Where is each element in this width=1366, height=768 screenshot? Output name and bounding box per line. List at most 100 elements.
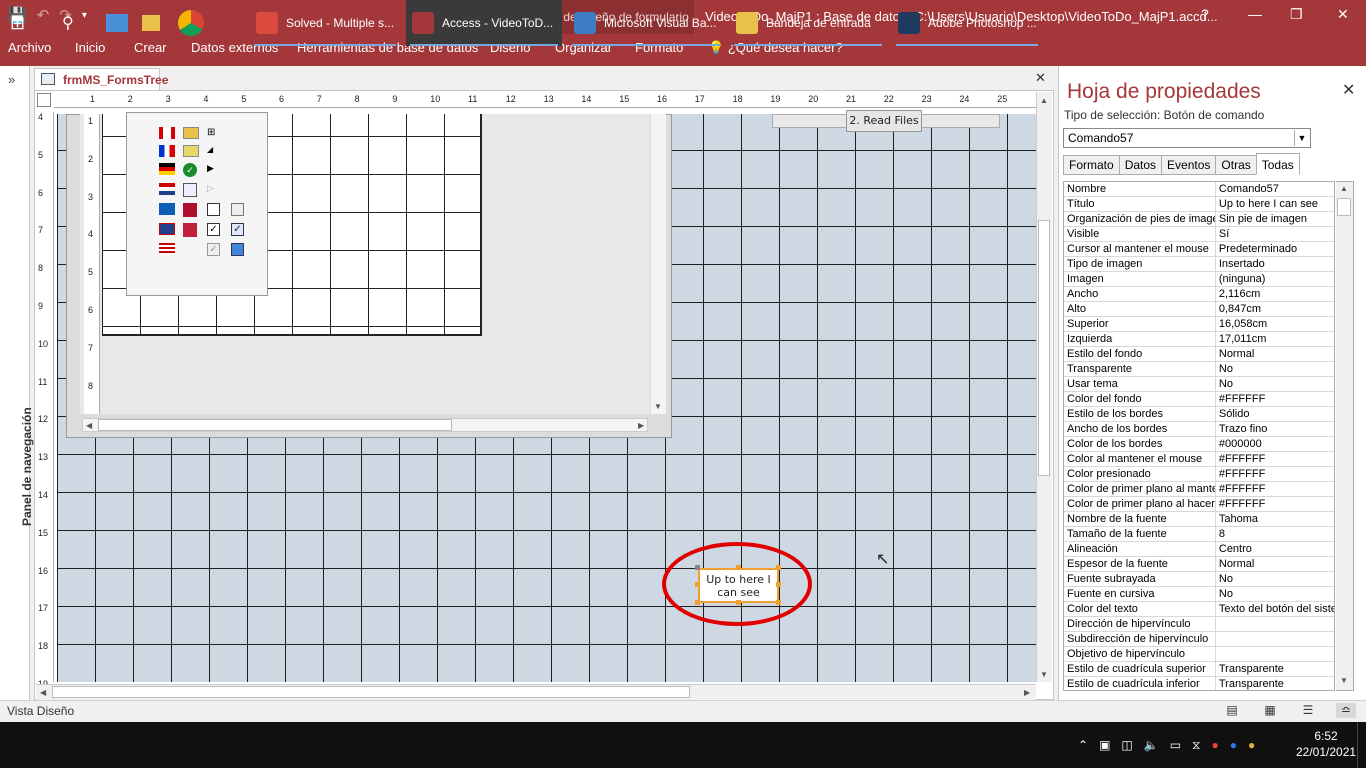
- property-row[interactable]: Izquierda 17,011cm: [1064, 332, 1334, 347]
- show-hidden-icons-icon[interactable]: ⌃: [1078, 738, 1088, 752]
- help-button[interactable]: ?: [1201, 6, 1209, 22]
- property-value[interactable]: Insertado: [1216, 257, 1334, 271]
- form-scroll-down-icon[interactable]: ▼: [1040, 670, 1048, 679]
- property-value[interactable]: Tahoma: [1216, 512, 1334, 526]
- prop-scroll-down-icon[interactable]: ▼: [1340, 676, 1348, 685]
- taskbar-app-button[interactable]: Bandeja de entrada: [730, 0, 886, 46]
- tab-prop-eventos[interactable]: Eventos: [1161, 155, 1217, 175]
- close-button[interactable]: ✕: [1337, 6, 1349, 23]
- taskbar-app-button[interactable]: Access - VideoToD...: [406, 0, 562, 46]
- form-scroll-up-icon[interactable]: ▲: [1040, 96, 1048, 105]
- tray-app-icon[interactable]: ▣: [1099, 738, 1110, 752]
- property-value[interactable]: Normal: [1216, 557, 1334, 571]
- document-tab[interactable]: frmMS_FormsTree: [34, 68, 168, 90]
- tab-prop-todas[interactable]: Todas: [1255, 153, 1300, 175]
- subform-hscroll-thumb[interactable]: [98, 419, 452, 431]
- expand-nav-icon[interactable]: »: [8, 72, 15, 87]
- property-row[interactable]: Organización de pies de imagen Sin pie de…: [1064, 212, 1334, 227]
- property-value[interactable]: #FFFFFF: [1216, 467, 1334, 481]
- property-value[interactable]: Sólido: [1216, 407, 1334, 421]
- taskbar-app-button[interactable]: Solved - Multiple s...: [250, 0, 400, 46]
- taskbar-app-button[interactable]: Microsoft Visual Ba...: [568, 0, 724, 46]
- chrome-icon[interactable]: [178, 0, 208, 46]
- property-value[interactable]: No: [1216, 587, 1334, 601]
- usb-icon[interactable]: ◫: [1121, 738, 1132, 752]
- subform-scroll-down-icon[interactable]: ▼: [654, 402, 662, 411]
- property-value[interactable]: #FFFFFF: [1216, 482, 1334, 496]
- nav-pane-label[interactable]: Panel de navegación: [20, 407, 34, 526]
- taskbar-app-button[interactable]: Adobe Photoshop ...: [892, 0, 1042, 46]
- property-row[interactable]: Alineación Centro: [1064, 542, 1334, 557]
- property-row[interactable]: Alto 0,847cm: [1064, 302, 1334, 317]
- form-vscroll-thumb[interactable]: [1038, 220, 1050, 476]
- form-view-icon[interactable]: ▤: [1222, 703, 1242, 718]
- property-row[interactable]: Subdirección de hipervínculo: [1064, 632, 1334, 647]
- datasheet-view-icon[interactable]: ▦: [1260, 703, 1280, 718]
- property-row[interactable]: Objetivo de hipervínculo: [1064, 647, 1334, 662]
- property-row[interactable]: Superior 16,058cm: [1064, 317, 1334, 332]
- property-value[interactable]: 2,116cm: [1216, 287, 1334, 301]
- property-row[interactable]: Dirección de hipervínculo: [1064, 617, 1334, 632]
- property-row[interactable]: Nombre Comando57: [1064, 182, 1334, 197]
- property-value[interactable]: Predeterminado: [1216, 242, 1334, 256]
- wifi-icon[interactable]: ⧖: [1192, 738, 1200, 753]
- subform-vertical-scrollbar[interactable]: [650, 114, 666, 414]
- property-value[interactable]: Sin pie de imagen: [1216, 212, 1334, 226]
- property-row[interactable]: Usar tema No: [1064, 377, 1334, 392]
- property-row[interactable]: Color de primer plano al mantener#FFFFFF: [1064, 482, 1334, 497]
- tab-prop-datos[interactable]: Datos: [1118, 155, 1163, 175]
- property-sheet-close-icon[interactable]: ✕: [1342, 80, 1355, 100]
- property-value[interactable]: 0,847cm: [1216, 302, 1334, 316]
- vertical-ruler[interactable]: 45678910111213141516171819: [36, 112, 54, 689]
- property-row[interactable]: Estilo de los bordes Sólido: [1064, 407, 1334, 422]
- undo-icon[interactable]: ↶: [37, 6, 50, 24]
- form-scroll-right-icon[interactable]: ▶: [1024, 688, 1030, 697]
- property-row[interactable]: Tamaño de la fuente 8: [1064, 527, 1334, 542]
- property-value[interactable]: Up to here I can see: [1216, 197, 1334, 211]
- property-value[interactable]: Sí: [1216, 227, 1334, 241]
- file-explorer-icon[interactable]: [142, 0, 162, 46]
- property-row[interactable]: Imagen (ninguna): [1064, 272, 1334, 287]
- prop-scroll-up-icon[interactable]: ▲: [1340, 184, 1348, 193]
- subform-scroll-right-icon[interactable]: ▶: [638, 421, 644, 430]
- object-selector-combo[interactable]: Comando57: [1063, 128, 1311, 148]
- property-row[interactable]: Estilo del fondo Normal: [1064, 347, 1334, 362]
- system-clock[interactable]: 6:52 22/01/2021: [1296, 728, 1356, 760]
- subform-scroll-left-icon[interactable]: ◀: [86, 421, 92, 430]
- property-value[interactable]: #FFFFFF: [1216, 392, 1334, 406]
- form-selector[interactable]: [37, 93, 51, 107]
- restore-button[interactable]: ❐: [1290, 6, 1303, 23]
- property-value[interactable]: Transparente: [1216, 662, 1334, 676]
- property-row[interactable]: Color del textoTexto del botón del siste…: [1064, 602, 1334, 617]
- property-row[interactable]: Fuente subrayada No: [1064, 572, 1334, 587]
- task-view-icon[interactable]: [106, 0, 132, 46]
- minimize-button[interactable]: —: [1248, 6, 1262, 22]
- property-row[interactable]: Ancho de los bordes Trazo fino: [1064, 422, 1334, 437]
- form-hscroll-thumb[interactable]: [52, 686, 690, 698]
- property-row[interactable]: Título Up to here I can see: [1064, 197, 1334, 212]
- notification-icon[interactable]: ●: [1230, 738, 1237, 752]
- property-value[interactable]: Trazo fino: [1216, 422, 1334, 436]
- property-row[interactable]: Color de primer plano al hacer clic#FFFF…: [1064, 497, 1334, 512]
- property-value[interactable]: Comando57: [1216, 182, 1334, 196]
- search-icon[interactable]: ⚲: [62, 0, 82, 46]
- property-value[interactable]: No: [1216, 362, 1334, 376]
- property-value[interactable]: #FFFFFF: [1216, 452, 1334, 466]
- property-value[interactable]: [1216, 632, 1334, 646]
- read-files-button[interactable]: 2. Read Files: [846, 110, 922, 132]
- property-row[interactable]: Color al mantener el mouse #FFFFFF: [1064, 452, 1334, 467]
- property-row[interactable]: Cursor al mantener el mouse Predeterminad…: [1064, 242, 1334, 257]
- windows-start-icon[interactable]: ⊞: [10, 0, 38, 46]
- property-value[interactable]: [1216, 617, 1334, 631]
- property-value[interactable]: #000000: [1216, 437, 1334, 451]
- prop-scroll-thumb[interactable]: [1337, 198, 1351, 216]
- chevron-down-icon[interactable]: ▼: [1294, 130, 1309, 146]
- property-row[interactable]: Ancho 2,116cm: [1064, 287, 1334, 302]
- property-row[interactable]: Color presionado #FFFFFF: [1064, 467, 1334, 482]
- property-row[interactable]: Estilo de cuadrícula superior Transparent…: [1064, 662, 1334, 677]
- property-scrollbar[interactable]: ▲ ▼: [1336, 181, 1354, 691]
- volume-icon[interactable]: 🔈: [1144, 738, 1159, 752]
- property-row[interactable]: Nombre de la fuente Tahoma: [1064, 512, 1334, 527]
- property-value[interactable]: No: [1216, 572, 1334, 586]
- property-value[interactable]: Normal: [1216, 347, 1334, 361]
